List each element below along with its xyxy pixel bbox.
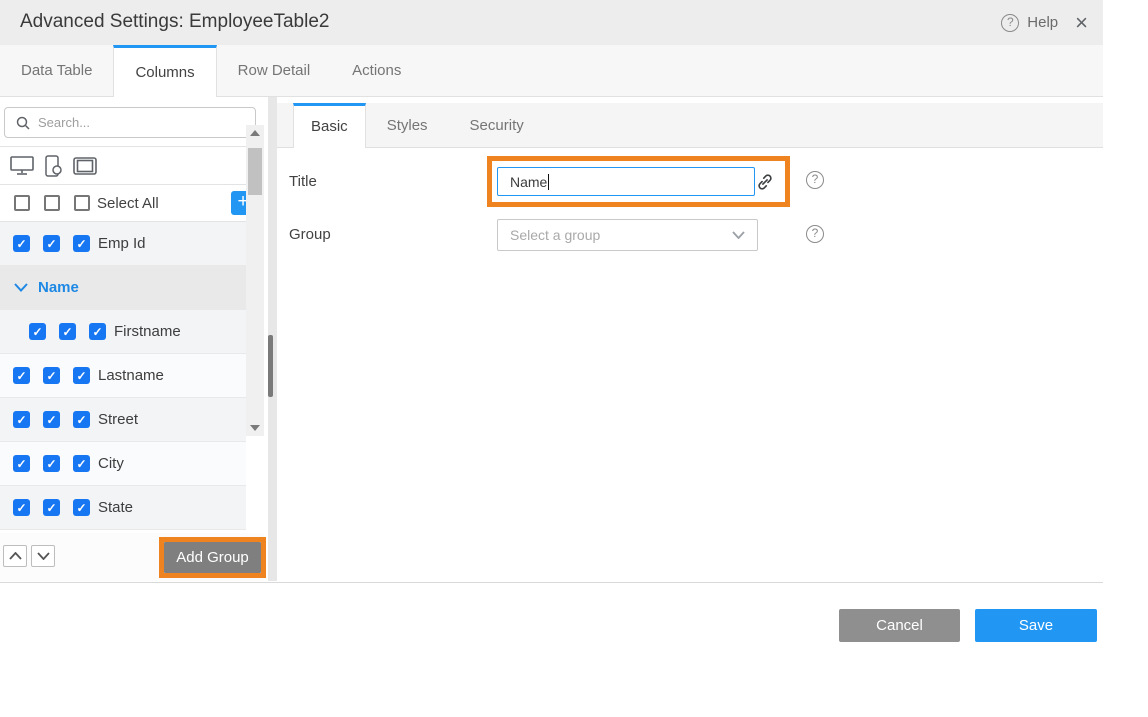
column-detail-panel: Basic Styles Security Title Name ? Group…: [277, 97, 1103, 581]
checkbox-mobile[interactable]: [43, 235, 60, 252]
columns-list: Emp Id Name Firstname Lastname: [0, 222, 246, 533]
text-caret: [548, 174, 549, 190]
advanced-settings-dialog: Advanced Settings: EmployeeTable2 ? Help…: [0, 0, 1103, 717]
tab-actions[interactable]: Actions: [331, 45, 422, 96]
column-label: Street: [98, 411, 138, 428]
column-label: Firstname: [114, 323, 181, 340]
group-label: Name: [38, 279, 79, 296]
save-button[interactable]: Save: [975, 609, 1097, 642]
title-help-icon[interactable]: ?: [806, 171, 824, 189]
select-all-checkbox-desktop[interactable]: [14, 195, 30, 211]
chevron-down-icon: [14, 283, 28, 292]
chevron-down-icon: [732, 231, 745, 239]
search-row: [0, 97, 264, 147]
detail-tab-bar: Basic Styles Security: [277, 103, 1103, 148]
group-help-icon[interactable]: ?: [806, 225, 824, 243]
tab-basic[interactable]: Basic: [293, 103, 366, 148]
checkbox-tablet[interactable]: [73, 499, 90, 516]
checkbox-tablet[interactable]: [89, 323, 106, 340]
column-row-city[interactable]: City: [0, 442, 246, 486]
column-row-firstname[interactable]: Firstname: [0, 310, 246, 354]
triangle-up-icon: [250, 130, 260, 136]
title-input-value: Name: [510, 174, 547, 190]
cancel-button[interactable]: Cancel: [839, 609, 960, 642]
sidebar-footer: Add Group: [0, 533, 264, 581]
link-icon[interactable]: [755, 172, 775, 192]
tab-security[interactable]: Security: [449, 103, 545, 147]
checkbox-mobile[interactable]: [43, 367, 60, 384]
group-row-name[interactable]: Name: [0, 266, 246, 310]
mobile-icon: [45, 155, 62, 177]
search-box[interactable]: [4, 107, 256, 138]
footer-divider: [0, 582, 1103, 583]
column-label: State: [98, 499, 133, 516]
column-label: City: [98, 455, 124, 472]
checkbox-desktop[interactable]: [13, 235, 30, 252]
column-row-street[interactable]: Street: [0, 398, 246, 442]
close-icon[interactable]: ×: [1071, 0, 1092, 45]
tab-data-table[interactable]: Data Table: [0, 45, 113, 96]
select-all-checkbox-mobile[interactable]: [44, 195, 60, 211]
column-row-state[interactable]: State: [0, 486, 246, 530]
desktop-icon: [10, 156, 34, 175]
chevron-down-icon: [37, 552, 50, 560]
panel-scrollbar[interactable]: [268, 97, 277, 581]
scroll-down-button[interactable]: [246, 420, 264, 436]
add-group-button[interactable]: Add Group: [164, 542, 261, 573]
chevron-up-icon: [9, 552, 22, 560]
checkbox-tablet[interactable]: [73, 411, 90, 428]
main-tab-bar: Data Table Columns Row Detail Actions: [0, 45, 1103, 97]
add-group-highlight: Add Group: [159, 537, 266, 578]
select-all-label: Select All: [97, 195, 159, 212]
group-select-placeholder: Select a group: [510, 227, 600, 243]
search-input[interactable]: [38, 115, 218, 130]
checkbox-desktop[interactable]: [13, 367, 30, 384]
checkbox-mobile[interactable]: [43, 411, 60, 428]
checkbox-mobile[interactable]: [59, 323, 76, 340]
checkbox-desktop[interactable]: [13, 499, 30, 516]
column-row-lastname[interactable]: Lastname: [0, 354, 246, 398]
triangle-down-icon: [250, 425, 260, 431]
title-field-label: Title: [289, 173, 317, 190]
checkbox-desktop[interactable]: [29, 323, 46, 340]
header-actions: ? Help ×: [1001, 0, 1092, 45]
title-input[interactable]: Name: [497, 167, 755, 196]
select-all-row: Select All +: [0, 185, 264, 222]
tab-columns[interactable]: Columns: [113, 45, 216, 97]
move-down-button[interactable]: [31, 545, 55, 567]
column-label: Lastname: [98, 367, 164, 384]
column-row-emp-id[interactable]: Emp Id: [0, 222, 246, 266]
help-icon: ?: [1001, 14, 1019, 32]
move-up-button[interactable]: [3, 545, 27, 567]
panel-scrollbar-thumb[interactable]: [268, 335, 273, 397]
checkbox-mobile[interactable]: [43, 455, 60, 472]
columns-sidebar: Select All + Emp Id Name Firstname: [0, 97, 264, 581]
tab-styles[interactable]: Styles: [366, 103, 449, 147]
tab-row-detail[interactable]: Row Detail: [217, 45, 332, 96]
help-button[interactable]: ? Help: [1001, 14, 1058, 32]
checkbox-desktop[interactable]: [13, 411, 30, 428]
tablet-icon: [73, 157, 97, 175]
list-scrollbar-thumb[interactable]: [248, 148, 262, 195]
select-all-checkbox-tablet[interactable]: [74, 195, 90, 211]
scroll-up-button[interactable]: [246, 125, 264, 141]
device-columns-header: [0, 147, 264, 185]
dialog-header: Advanced Settings: EmployeeTable2 ? Help…: [0, 0, 1103, 45]
group-select[interactable]: Select a group: [497, 219, 758, 251]
checkbox-desktop[interactable]: [13, 455, 30, 472]
list-scrollbar[interactable]: [246, 125, 264, 436]
checkbox-tablet[interactable]: [73, 367, 90, 384]
group-field-label: Group: [289, 226, 331, 243]
dialog-title: Advanced Settings: EmployeeTable2: [20, 11, 329, 33]
search-icon: [16, 116, 30, 130]
checkbox-tablet[interactable]: [73, 455, 90, 472]
help-label: Help: [1027, 14, 1058, 31]
column-label: Emp Id: [98, 235, 146, 252]
checkbox-mobile[interactable]: [43, 499, 60, 516]
title-field-highlight: Name: [487, 156, 790, 207]
checkbox-tablet[interactable]: [73, 235, 90, 252]
